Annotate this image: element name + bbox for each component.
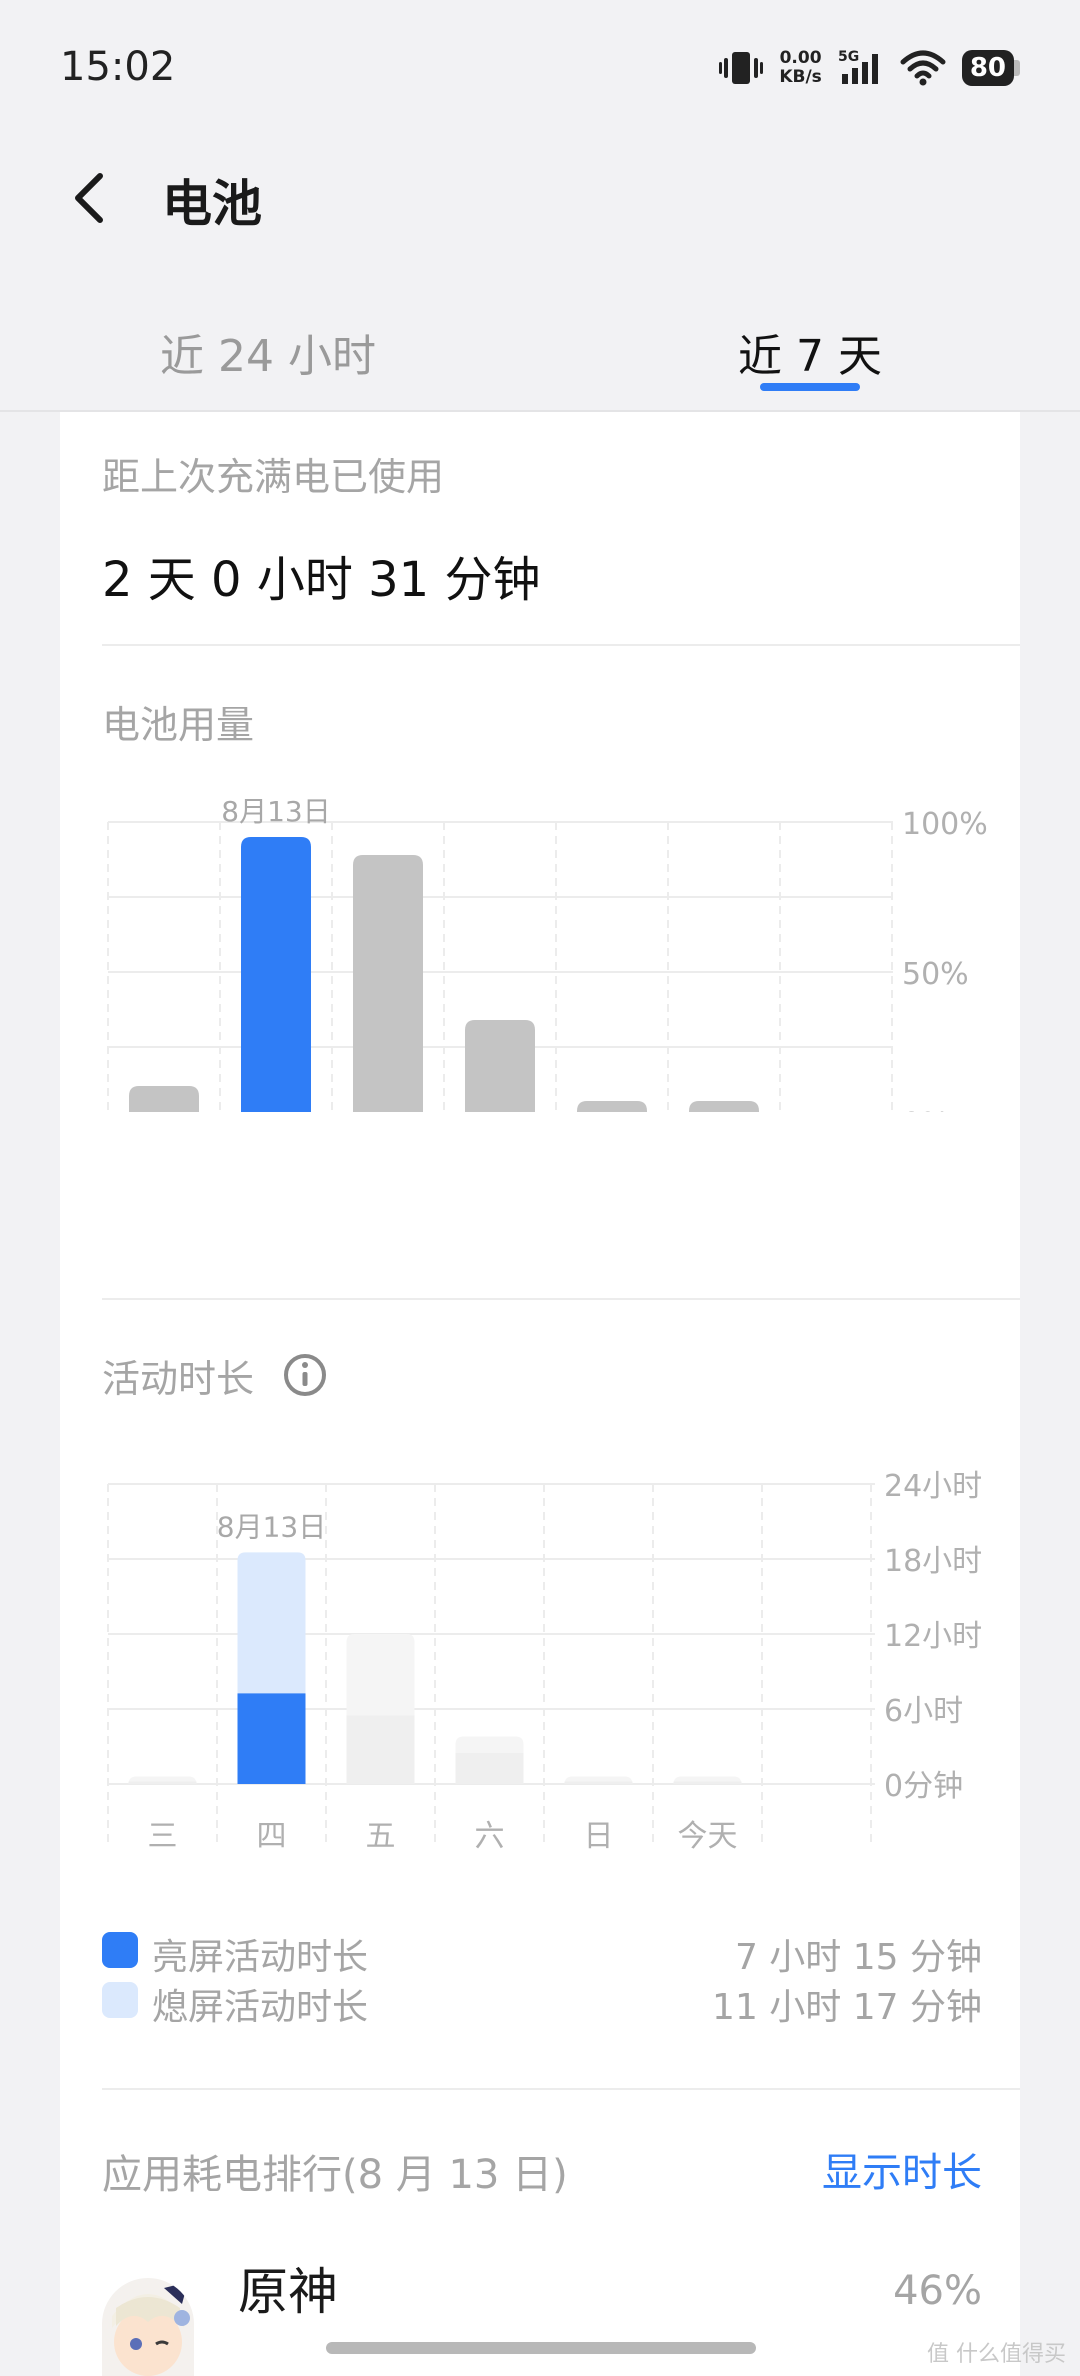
x-tick-label: 六 — [475, 1819, 505, 1854]
app-name: 原神 — [238, 2263, 338, 2321]
legend-label: 熄屏活动时长 — [152, 1987, 369, 2028]
battery-usage-chart: 100%50%0%三四8月13日五六日今天 — [107, 795, 988, 1112]
usage-value: 2 天 0 小时 31 分钟 — [102, 552, 541, 608]
y-tick-label: 0% — [902, 1107, 950, 1112]
status-time: 15:02 — [60, 44, 176, 90]
period-tabs: 近 24 小时 近 7 天 — [0, 300, 1080, 410]
signal-5g-icon: 5G — [838, 49, 878, 84]
bar-screen-off — [346, 1634, 415, 1716]
activity-chart: 24小时 18小时 12小时 6小时 0分钟三 四 8月13日五 六 日 今天 — [107, 1469, 982, 1854]
activity-title: 活动时长 — [102, 1357, 255, 1401]
legend-label: 亮屏活动时长 — [152, 1937, 369, 1978]
bar-screen-on — [673, 1781, 742, 1784]
active-tab-indicator — [760, 383, 860, 391]
battery-level: 80 — [961, 50, 1014, 86]
bar — [241, 837, 311, 1112]
bar-screen-on — [128, 1781, 197, 1784]
legend-swatch-on — [102, 1932, 138, 1968]
battery-usage-title: 电池用量 — [102, 703, 255, 747]
bar — [353, 855, 423, 1112]
bar-screen-off — [455, 1736, 524, 1753]
tab-24-hours[interactable]: 近 24 小时 — [118, 320, 418, 384]
battery-indicator: 80 — [961, 50, 1020, 86]
x-tick-label: 三 — [148, 1819, 178, 1854]
app-percent: 46% — [893, 2268, 982, 2314]
battery-card: 距上次充满电已使用 2 天 0 小时 31 分钟 电池用量 100% 50% 0% 三… — [60, 412, 1020, 2376]
tab-7-days[interactable]: 近 7 天 — [660, 320, 960, 384]
divider — [102, 2088, 1020, 2090]
status-icons: 0.00 KB/s 5G 80 — [719, 48, 1020, 88]
y-tick-label: 12小时 — [884, 1619, 982, 1654]
status-bar: 15:02 0.00 KB/s 5G 80 — [0, 0, 1080, 140]
x-tick-label: 四 — [257, 1819, 287, 1854]
network-type: 5G — [838, 49, 859, 65]
bar-screen-on — [237, 1693, 306, 1784]
watermark: 值 什么值得买 — [927, 2342, 1066, 2367]
x-tick-label: 五 — [366, 1819, 396, 1854]
legend-value: 7 小时 15 分钟 — [734, 1937, 982, 1978]
legend-screen-on: 亮屏活动时长 7 小时 15 分钟 — [102, 1928, 982, 1978]
list-item[interactable]: 原神 46% — [102, 2252, 982, 2376]
bar — [465, 1020, 535, 1112]
selected-date-label: 8月13日 — [221, 795, 330, 828]
show-duration-button[interactable]: 显示时长 — [822, 2140, 982, 2198]
legend-value: 11 小时 17 分钟 — [712, 1987, 982, 2028]
bar-screen-on — [346, 1715, 415, 1784]
page-title: 电池 — [162, 175, 262, 233]
info-icon[interactable] — [282, 1352, 328, 1398]
legend-screen-off: 熄屏活动时长 11 小时 17 分钟 — [102, 1978, 982, 2028]
bar-screen-on — [455, 1752, 524, 1784]
app-avatar — [102, 2278, 194, 2376]
wifi-icon — [900, 50, 946, 86]
bar-screen-off — [237, 1552, 306, 1694]
ranking-title: 应用耗电排行(8 月 13 日) — [102, 2152, 568, 2198]
bar-screen-on — [564, 1781, 633, 1784]
legend-swatch-off — [102, 1982, 138, 2018]
y-tick-label: 24小时 — [884, 1469, 982, 1504]
y-tick-label: 6小时 — [884, 1694, 963, 1729]
x-tick-label: 今天 — [678, 1819, 738, 1854]
home-indicator[interactable] — [326, 2342, 756, 2354]
y-tick-label: 100% — [902, 807, 988, 842]
bar — [689, 1101, 759, 1112]
bar — [129, 1086, 199, 1112]
y-tick-label: 18小时 — [884, 1544, 982, 1579]
usage-label: 距上次充满电已使用 — [102, 455, 445, 499]
page-header: 电池 — [0, 150, 1080, 250]
vibrate-icon — [719, 52, 764, 84]
y-tick-label: 0分钟 — [884, 1769, 963, 1804]
net-speed-value: 0.00 — [779, 48, 822, 68]
net-speed-unit: KB/s — [779, 67, 822, 87]
divider — [102, 644, 1020, 646]
selected-date-label: 8月13日 — [217, 1510, 326, 1543]
battery-tip — [1014, 60, 1020, 76]
bar — [577, 1101, 647, 1112]
x-tick-label: 日 — [584, 1819, 614, 1854]
back-arrow-icon[interactable] — [60, 168, 120, 228]
y-tick-label: 50% — [902, 957, 969, 992]
divider — [102, 1298, 1020, 1300]
net-speed: 0.00 KB/s — [779, 49, 821, 87]
